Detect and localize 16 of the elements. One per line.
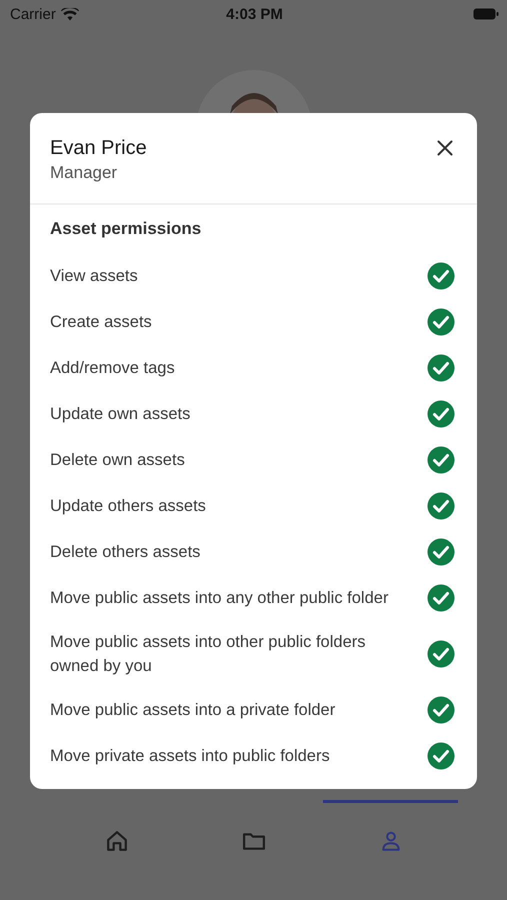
permission-label: Move private assets into public folders: [50, 746, 331, 767]
permission-label: Delete own assets: [50, 450, 186, 471]
permission-label: Create assets: [50, 312, 153, 333]
person-role: Manager: [50, 162, 118, 184]
section-title: Asset permissions: [50, 218, 202, 240]
status-time: 4:03 PM: [226, 6, 283, 22]
permission-label: Move public assets into any other public folder: [50, 588, 390, 609]
permission-label: View assets: [50, 266, 139, 287]
permission-label: Move public assets into a private folder: [50, 700, 336, 721]
permission-label: Move public assets into other public folders owned by you: [50, 632, 366, 677]
permission-label: Add/remove tags: [50, 358, 176, 379]
person-name: Evan Price: [50, 136, 147, 161]
carrier-label: Carrier: [10, 6, 56, 22]
permission-label: Update own assets: [50, 404, 192, 425]
permission-label: Delete others assets: [50, 542, 202, 563]
permission-label: Update others assets: [50, 496, 207, 517]
